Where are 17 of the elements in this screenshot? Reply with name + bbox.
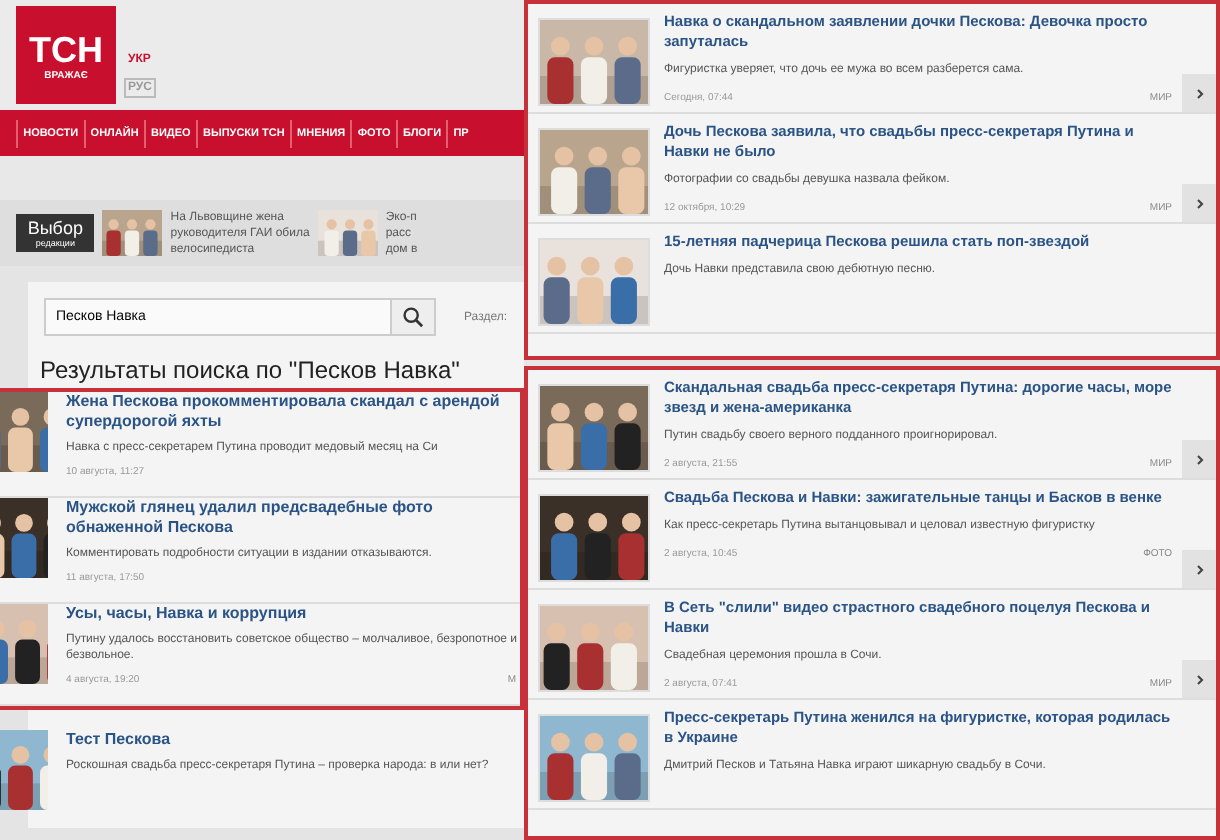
chevron-right-icon <box>1195 563 1203 575</box>
more-button[interactable] <box>1182 74 1216 112</box>
more-button[interactable] <box>1182 550 1216 588</box>
chevron-right-icon <box>1195 453 1203 465</box>
chevron-right-icon <box>1195 87 1203 99</box>
article-link[interactable]: Тест Пескова <box>66 730 524 750</box>
article-link[interactable]: Жена Пескова прокомментировала скандал с арендой супердорогой яхты <box>66 392 520 432</box>
article-link[interactable]: Мужской глянец удалил предсвадебные фото обнаженной Пескова <box>66 498 520 538</box>
search-button[interactable] <box>392 298 436 336</box>
results-heading: Результаты поиска по "Песков Навка" <box>40 356 462 384</box>
search-icon <box>402 306 424 328</box>
chevron-right-icon <box>1195 673 1203 685</box>
chevron-right-icon <box>1195 197 1203 209</box>
more-button[interactable] <box>1182 660 1216 698</box>
article-link[interactable]: Усы, часы, Навка и коррупция <box>66 604 520 624</box>
more-button[interactable] <box>1182 440 1216 478</box>
more-button[interactable] <box>1182 184 1216 222</box>
